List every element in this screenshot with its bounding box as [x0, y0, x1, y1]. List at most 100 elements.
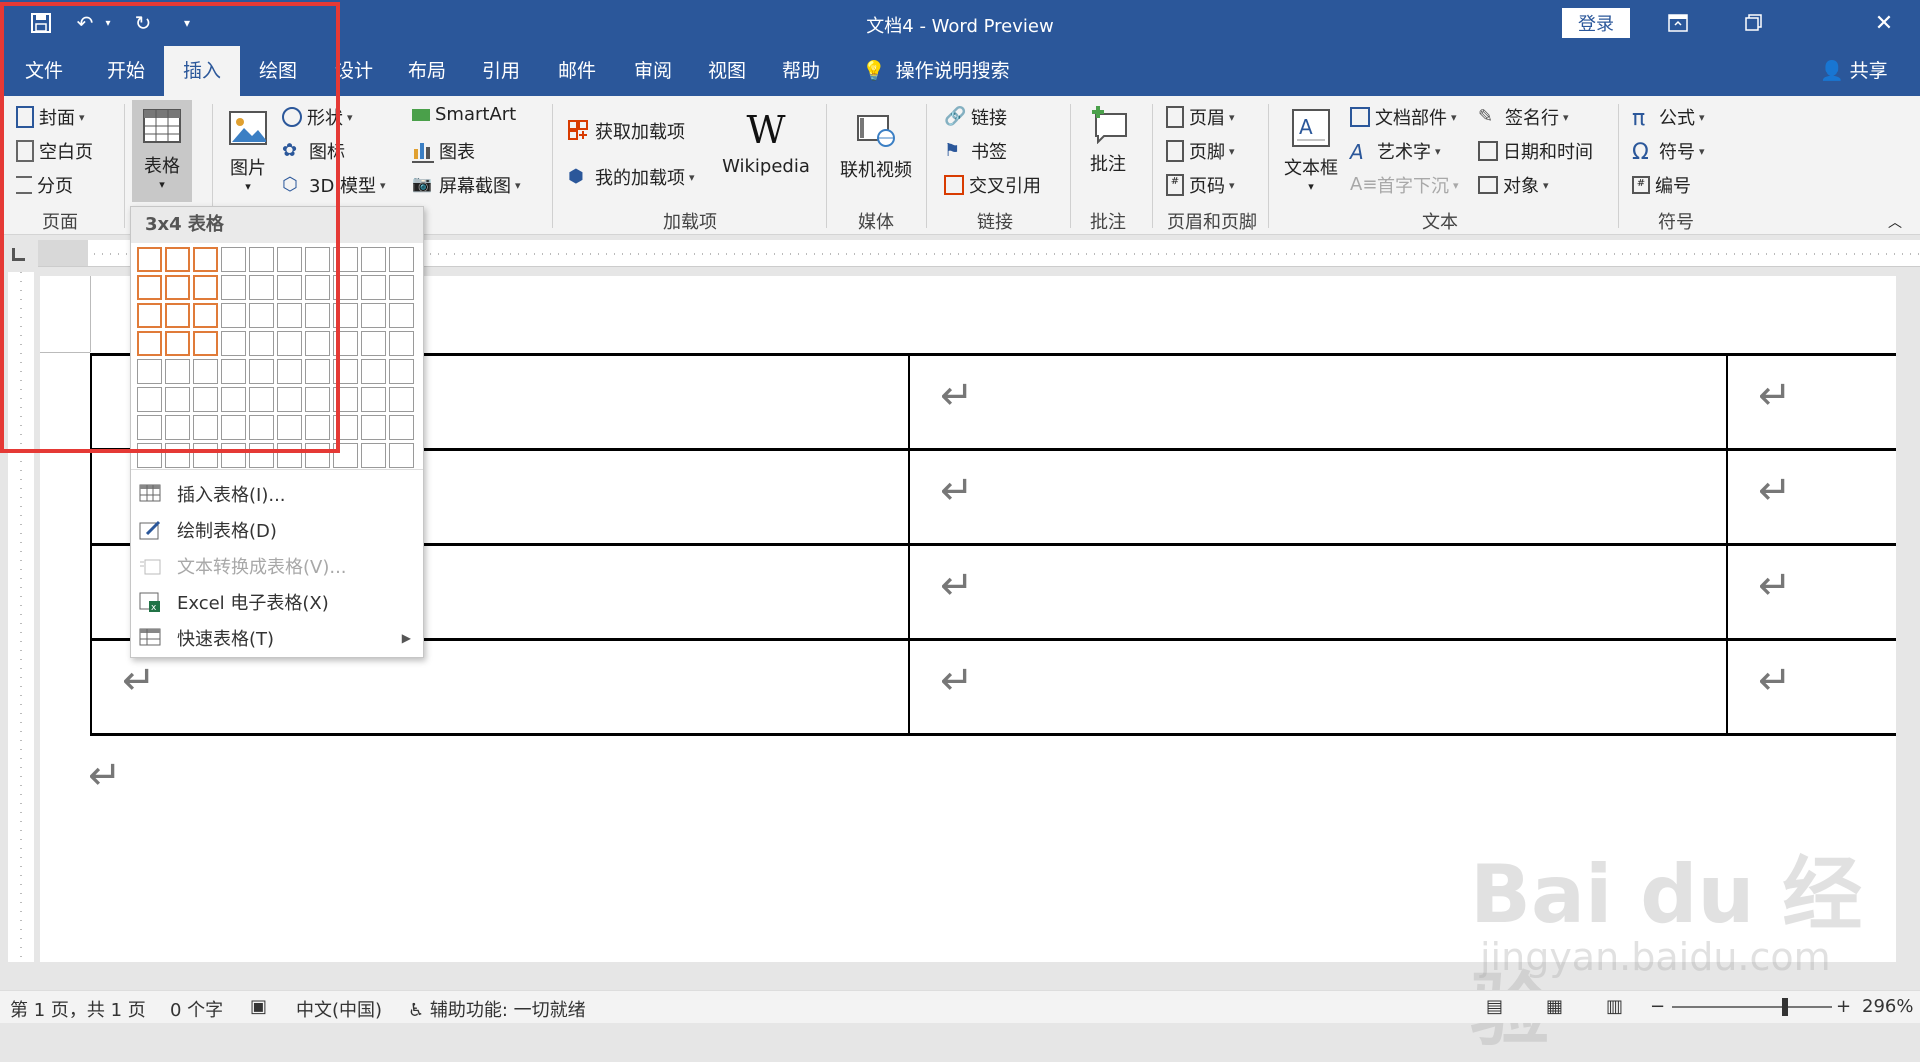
- drop-cap-icon: A≡: [1350, 174, 1378, 195]
- table-grid-cell[interactable]: [389, 275, 414, 300]
- page-number-button[interactable]: # 页码 ▾: [1166, 172, 1235, 198]
- login-button[interactable]: 登录: [1562, 8, 1630, 38]
- svg-text:A: A: [1299, 115, 1313, 139]
- accessibility-icon: ♿: [408, 1000, 425, 1021]
- tab-mailings[interactable]: 邮件: [542, 46, 612, 96]
- table-grid-cell[interactable]: [389, 415, 414, 440]
- convert-text-to-table-menu-item[interactable]: 文本转换成表格(V)...: [131, 549, 423, 583]
- my-addins-icon: ⬢: [568, 166, 584, 187]
- person-icon: 👤: [1820, 60, 1844, 82]
- table-grid-cell[interactable]: [361, 275, 386, 300]
- online-video-button[interactable]: 联机视频: [836, 110, 916, 182]
- new-comment-button[interactable]: 批注: [1078, 104, 1138, 176]
- web-layout-icon[interactable]: ▥: [1606, 996, 1623, 1017]
- table-grid-cell[interactable]: [389, 303, 414, 328]
- tab-help[interactable]: 帮助: [766, 46, 836, 96]
- header-button[interactable]: 页眉 ▾: [1166, 104, 1235, 130]
- table-grid-cell[interactable]: [361, 415, 386, 440]
- cross-reference-icon: [944, 175, 964, 195]
- drop-cap-button[interactable]: A≡ 首字下沉 ▾: [1350, 172, 1459, 198]
- cross-reference-button[interactable]: 交叉引用: [944, 172, 1041, 198]
- collapse-ribbon-icon[interactable]: ︿: [1888, 212, 1902, 232]
- table-grid-cell[interactable]: [361, 303, 386, 328]
- tab-view[interactable]: 视图: [692, 46, 762, 96]
- paragraph-mark-icon: ↵: [940, 563, 974, 609]
- tell-me-search[interactable]: 💡 操作说明搜索: [862, 46, 1010, 96]
- proofing-icon[interactable]: ▣: [250, 996, 267, 1017]
- object-button[interactable]: 对象 ▾: [1478, 172, 1549, 198]
- paragraph-mark-icon: ↵: [1758, 658, 1792, 704]
- draw-table-menu-item[interactable]: 绘制表格(D): [131, 513, 423, 547]
- table-grid-cell[interactable]: [361, 387, 386, 412]
- screenshot-button[interactable]: 📷 屏幕截图 ▾: [412, 172, 521, 198]
- zoom-level[interactable]: 296%: [1862, 996, 1913, 1017]
- group-label-text: 文本: [1422, 212, 1458, 233]
- smartart-icon: [412, 108, 430, 121]
- word-count[interactable]: 0 个字: [170, 996, 223, 1022]
- table-grid-cell[interactable]: [389, 359, 414, 384]
- svg-text:x: x: [151, 603, 157, 612]
- number-button[interactable]: # 编号: [1632, 172, 1691, 198]
- link-button[interactable]: 🔗 链接: [944, 104, 1007, 130]
- paragraph-mark-icon: ↵: [1758, 373, 1792, 419]
- tab-layout[interactable]: 布局: [392, 46, 462, 96]
- wikipedia-icon: W: [746, 108, 786, 152]
- share-button[interactable]: 👤 共享: [1820, 46, 1888, 96]
- close-icon[interactable]: ✕: [1864, 6, 1904, 40]
- insert-table-menu-item[interactable]: 插入表格(I)...: [131, 477, 423, 511]
- zoom-slider[interactable]: [1672, 998, 1832, 1016]
- wikipedia-button[interactable]: W Wikipedia: [720, 110, 812, 177]
- lightbulb-icon: 💡: [862, 60, 886, 82]
- paragraph-mark-icon: ↵: [940, 658, 974, 704]
- wordart-icon: A: [1350, 140, 1364, 164]
- table-grid-cell[interactable]: [389, 331, 414, 356]
- baidu-watermark-url: jingyan.baidu.com: [1480, 935, 1831, 979]
- table-grid-cell[interactable]: [361, 443, 386, 468]
- bookmark-button[interactable]: ⚑ 书签: [944, 138, 1007, 164]
- tab-review[interactable]: 审阅: [618, 46, 688, 96]
- chart-icon: [412, 139, 434, 163]
- language-status[interactable]: 中文(中国): [296, 996, 382, 1022]
- print-layout-icon[interactable]: ▦: [1546, 996, 1563, 1017]
- paragraph-mark-icon: ↵: [88, 753, 122, 799]
- object-icon: [1478, 176, 1498, 194]
- table-grid-cell[interactable]: [389, 387, 414, 412]
- table-grid-cell[interactable]: [361, 247, 386, 272]
- zoom-slider-thumb[interactable]: [1782, 998, 1788, 1016]
- group-separator: [1152, 104, 1153, 228]
- omega-icon: Ω: [1632, 140, 1649, 165]
- number-icon: #: [1632, 176, 1650, 194]
- table-grid-cell[interactable]: [389, 443, 414, 468]
- zoom-in-button[interactable]: +: [1836, 996, 1851, 1017]
- tab-references[interactable]: 引用: [466, 46, 536, 96]
- my-addins-button[interactable]: ⬢ 我的加载项 ▾: [568, 164, 695, 190]
- ribbon-display-icon[interactable]: [1658, 6, 1698, 40]
- table-grid-cell[interactable]: [361, 331, 386, 356]
- quick-parts-button[interactable]: 文档部件 ▾: [1350, 104, 1457, 130]
- table-grid-cell[interactable]: [389, 247, 414, 272]
- quick-tables-menu-item[interactable]: 快速表格(T) ▶: [131, 621, 423, 655]
- get-addins-button[interactable]: 获取加载项: [568, 118, 685, 144]
- accessibility-status[interactable]: ♿ 辅助功能: 一切就绪: [408, 996, 586, 1022]
- signature-line-button[interactable]: ✎ 签名行 ▾: [1478, 104, 1569, 130]
- chart-button[interactable]: 图表: [412, 138, 475, 164]
- table-grid-cell[interactable]: [361, 359, 386, 384]
- wordart-button[interactable]: A 艺术字 ▾: [1350, 138, 1441, 164]
- paragraph-mark-icon: ↵: [940, 373, 974, 419]
- status-bar: 第 1 页，共 1 页 0 个字 ▣ 中文(中国) ♿ 辅助功能: 一切就绪 ▤…: [0, 990, 1920, 1023]
- minimize-icon[interactable]: [1734, 6, 1774, 40]
- read-mode-icon[interactable]: ▤: [1486, 996, 1503, 1017]
- smartart-button[interactable]: SmartArt: [412, 104, 516, 125]
- page-count[interactable]: 第 1 页，共 1 页: [10, 996, 146, 1022]
- group-label-addins: 加载项: [663, 212, 717, 233]
- footer-button[interactable]: 页脚 ▾: [1166, 138, 1235, 164]
- zoom-out-button[interactable]: −: [1650, 996, 1665, 1017]
- bookmark-icon: ⚑: [944, 140, 961, 161]
- footer-icon: [1166, 140, 1184, 162]
- group-separator: [1268, 104, 1269, 228]
- date-time-button[interactable]: 日期和时间: [1478, 138, 1593, 164]
- symbol-button[interactable]: Ω 符号 ▾: [1632, 138, 1705, 165]
- text-box-button[interactable]: A 文本框 ▾: [1278, 108, 1344, 193]
- equation-button[interactable]: π 公式 ▾: [1632, 104, 1705, 131]
- excel-spreadsheet-menu-item[interactable]: x Excel 电子表格(X): [131, 585, 423, 619]
